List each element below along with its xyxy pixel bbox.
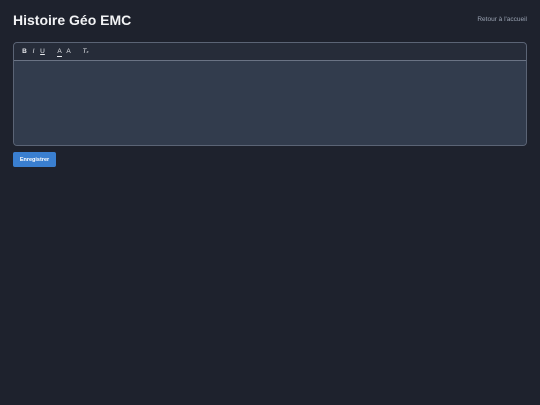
background-color-button[interactable]: A [64,45,73,59]
clear-format-subscript: x [86,49,89,54]
text-color-underline [57,55,62,57]
bold-button[interactable]: B [20,45,29,59]
italic-button[interactable]: I [29,45,38,59]
save-button[interactable]: Enregistrer [13,152,56,167]
underline-button[interactable]: U [38,45,47,59]
editor-toolbar: B I U A A Tx [14,43,526,61]
page: Histoire Géo EMC Retour à l'accueil B I … [0,0,540,405]
rich-text-editor: B I U A A Tx [13,42,527,146]
text-color-icon: A [57,48,62,55]
clear-format-button[interactable]: Tx [81,45,90,59]
text-color-button[interactable]: A [55,45,64,59]
background-color-icon: A [66,48,71,55]
editor-content-area[interactable] [14,61,526,145]
page-title: Histoire Géo EMC [13,12,132,28]
home-link[interactable]: Retour à l'accueil [477,16,527,23]
